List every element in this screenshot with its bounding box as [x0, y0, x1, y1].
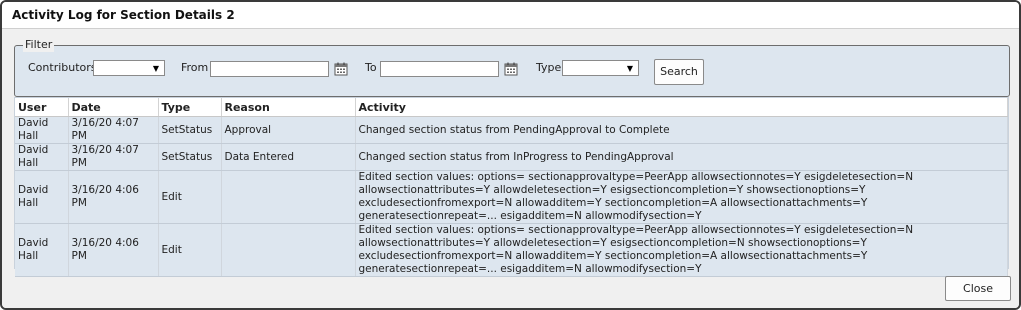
- to-label: To: [365, 61, 377, 74]
- calendar-icon[interactable]: [504, 62, 518, 76]
- cell-user: David Hall: [15, 223, 69, 277]
- from-date-input[interactable]: [210, 61, 329, 77]
- cell-user: David Hall: [15, 143, 69, 171]
- cell-activity: Edited section values: options= sectiona…: [355, 223, 1008, 277]
- cell-type: SetStatus: [158, 143, 222, 171]
- contributors-select[interactable]: ▼: [93, 60, 165, 76]
- cell-date: 3/16/20 4:06 PM: [68, 170, 159, 224]
- cell-reason: [221, 223, 356, 277]
- cell-date: 3/16/20 4:07 PM: [68, 116, 159, 144]
- contributors-label: Contributors: [28, 61, 97, 74]
- cell-user: David Hall: [15, 170, 69, 224]
- activity-table: User Date Type Reason Activity David Hal…: [15, 98, 1008, 277]
- dialog-body: Filter Contributors ▼ From To Type ▼ Sea…: [2, 29, 1019, 308]
- type-select[interactable]: ▼: [562, 60, 639, 76]
- cell-date: 3/16/20 4:07 PM: [68, 143, 159, 171]
- column-header-type[interactable]: Type: [158, 98, 222, 117]
- column-header-reason[interactable]: Reason: [221, 98, 356, 117]
- activity-grid: User Date Type Reason Activity David Hal…: [14, 97, 1009, 277]
- cell-reason: [221, 170, 356, 224]
- activity-log-dialog: Activity Log for Section Details 2 Filte…: [0, 0, 1021, 310]
- table-row[interactable]: David Hall 3/16/20 4:06 PM Edit Edited s…: [15, 223, 1008, 277]
- cell-type: SetStatus: [158, 116, 222, 144]
- filter-legend: Filter: [23, 38, 55, 52]
- dialog-title: Activity Log for Section Details 2: [2, 2, 1019, 29]
- cell-reason: Approval: [221, 116, 356, 144]
- column-header-user[interactable]: User: [15, 98, 69, 117]
- cell-reason: Data Entered: [221, 143, 356, 171]
- close-button[interactable]: Close: [945, 276, 1011, 301]
- column-header-activity[interactable]: Activity: [355, 98, 1008, 117]
- table-row[interactable]: David Hall 3/16/20 4:06 PM Edit Edited s…: [15, 170, 1008, 224]
- cell-activity: Changed section status from InProgress t…: [355, 143, 1008, 171]
- from-label: From: [181, 61, 209, 74]
- cell-user: David Hall: [15, 116, 69, 144]
- type-label: Type: [536, 61, 562, 74]
- column-header-date[interactable]: Date: [68, 98, 159, 117]
- chevron-down-icon: ▼: [626, 64, 633, 73]
- cell-activity: Edited section values: options= sectiona…: [355, 170, 1008, 224]
- search-button[interactable]: Search: [654, 59, 704, 85]
- table-row[interactable]: David Hall 3/16/20 4:07 PM SetStatus Dat…: [15, 143, 1008, 171]
- calendar-icon[interactable]: [334, 62, 348, 76]
- table-row[interactable]: David Hall 3/16/20 4:07 PM SetStatus App…: [15, 116, 1008, 144]
- table-header-row: User Date Type Reason Activity: [15, 98, 1008, 117]
- filter-group: Filter Contributors ▼ From To Type ▼ Sea…: [14, 38, 1010, 97]
- cell-date: 3/16/20 4:06 PM: [68, 223, 159, 277]
- cell-type: Edit: [158, 170, 222, 224]
- chevron-down-icon: ▼: [152, 64, 159, 73]
- to-date-input[interactable]: [380, 61, 499, 77]
- cell-type: Edit: [158, 223, 222, 277]
- cell-activity: Changed section status from PendingAppro…: [355, 116, 1008, 144]
